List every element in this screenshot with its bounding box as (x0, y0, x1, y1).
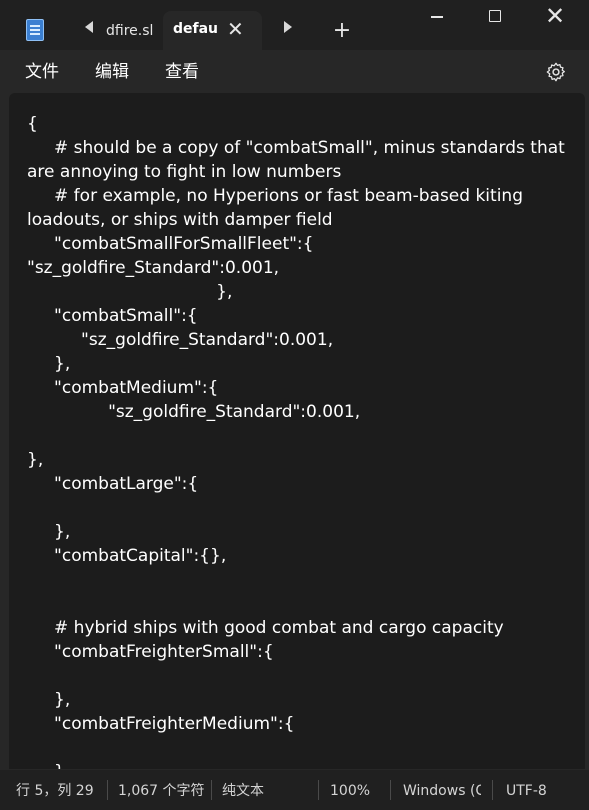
editor-text[interactable]: { # should be a copy of "combatSmall", m… (27, 112, 567, 769)
close-icon[interactable]: ✕ (227, 18, 244, 40)
line-ending: Windows (C (403, 783, 481, 799)
text-editor[interactable]: { # should be a copy of "combatSmall", m… (9, 93, 585, 769)
menu-file[interactable]: 文件 (25, 61, 59, 83)
menu-edit[interactable]: 编辑 (95, 61, 129, 83)
divider (107, 780, 108, 800)
menu-view[interactable]: 查看 (165, 61, 199, 83)
chevron-right-icon[interactable] (284, 21, 292, 33)
divider (492, 780, 493, 800)
gear-icon[interactable] (545, 61, 567, 83)
divider (390, 780, 391, 800)
char-count: 1,067 个字符 (118, 783, 205, 799)
divider (211, 780, 212, 800)
title-bar: dfire.sl defau ✕ + ✕ (0, 0, 589, 50)
cursor-position: 行 5，列 29 (16, 783, 94, 799)
maximize-icon[interactable] (489, 10, 501, 22)
menu-bar: 文件 编辑 查看 (0, 50, 589, 92)
divider (318, 780, 319, 800)
tab-label: defau (173, 21, 219, 37)
status-bar: 行 5，列 29 1,067 个字符 纯文本 100% Windows (C U… (0, 770, 589, 810)
zoom-level[interactable]: 100% (330, 781, 370, 801)
tab-label: dfire.sl (106, 23, 154, 39)
tab-defau-active[interactable]: defau ✕ (163, 11, 262, 50)
chevron-left-icon[interactable] (85, 21, 93, 33)
text-format: 纯文本 (222, 783, 264, 799)
minimize-icon[interactable] (431, 16, 443, 18)
tab-dfire[interactable]: dfire.sl (106, 18, 164, 44)
plus-icon[interactable]: + (332, 18, 352, 44)
encoding: UTF-8 (506, 783, 547, 799)
close-icon[interactable]: ✕ (544, 3, 566, 29)
notepad-icon (26, 19, 44, 41)
